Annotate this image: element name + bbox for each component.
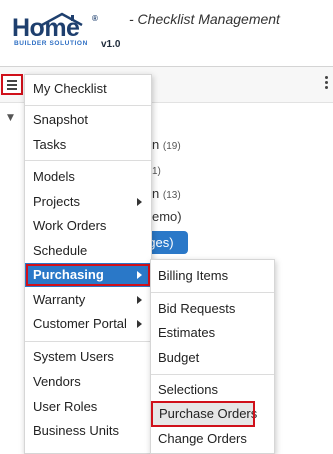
submenu-item-billing-items[interactable]: Billing Items xyxy=(151,264,274,288)
menu-item-projects[interactable]: Projects xyxy=(25,190,151,214)
tree-item[interactable]: emo) xyxy=(152,209,182,224)
logo-registered-mark: ® xyxy=(92,14,98,23)
submenu-item-budget[interactable]: Budget xyxy=(151,346,274,370)
menu-divider xyxy=(151,374,274,375)
tree-item[interactable]: 1) xyxy=(152,162,161,177)
main-menu: My Checklist Snapshot Tasks Models Proje… xyxy=(24,74,152,454)
chevron-right-icon xyxy=(137,296,142,304)
menu-item-customer-portal[interactable]: Customer Portal xyxy=(25,312,151,336)
menu-divider xyxy=(25,160,151,161)
menu-item-business-units[interactable]: Business Units xyxy=(25,419,151,443)
menu-item-tasks[interactable]: Tasks xyxy=(25,133,151,157)
submenu-item-estimates[interactable]: Estimates xyxy=(151,321,274,345)
kebab-icon[interactable] xyxy=(322,76,330,92)
menu-item-snapshot[interactable]: Snapshot xyxy=(25,108,151,132)
menu-item-warranty[interactable]: Warranty xyxy=(25,288,151,312)
menu-item-schedule[interactable]: Schedule xyxy=(25,239,151,263)
menu-item-label: Projects xyxy=(33,194,80,209)
submenu-item-change-orders[interactable]: Change Orders xyxy=(151,427,274,451)
logo-version: v1.0 xyxy=(101,39,121,50)
tree-item[interactable]: n (19) xyxy=(152,137,181,152)
menu-divider xyxy=(25,105,151,106)
submenu-item-selections[interactable]: Selections xyxy=(151,378,274,402)
hamburger-icon[interactable] xyxy=(1,74,23,95)
chevron-right-icon xyxy=(137,271,142,279)
submenu-item-purchase-orders[interactable]: Purchase Orders xyxy=(151,401,257,427)
menu-item-label: Customer Portal xyxy=(33,316,127,331)
chevron-right-icon xyxy=(137,198,142,206)
menu-item-vendors[interactable]: Vendors xyxy=(25,370,151,394)
menu-item-label: Purchasing xyxy=(33,267,104,282)
purchasing-submenu: Billing Items Bid Requests Estimates Bud… xyxy=(150,259,275,454)
menu-item-my-checklist[interactable]: My Checklist xyxy=(25,77,151,101)
menu-item-work-orders[interactable]: Work Orders xyxy=(25,214,151,238)
menu-item-system-users[interactable]: System Users xyxy=(25,345,151,369)
menu-divider xyxy=(151,292,274,293)
submenu-item-bid-requests[interactable]: Bid Requests xyxy=(151,297,274,321)
app-header: Home ® BUILDER SOLUTION v1.0 - Checklist… xyxy=(0,0,333,66)
app-subtitle: - Checklist Management xyxy=(129,11,280,27)
logo-subtitle: BUILDER SOLUTION xyxy=(14,40,88,47)
logo: Home ® BUILDER SOLUTION v1.0 xyxy=(12,12,124,54)
tree-expand-icon[interactable]: ▼ xyxy=(7,113,14,123)
logo-word: Home xyxy=(12,14,80,42)
menu-divider xyxy=(25,341,151,342)
tree-item[interactable]: n (13) xyxy=(152,186,181,201)
menu-item-purchasing[interactable]: Purchasing xyxy=(25,263,151,287)
menu-item-user-roles[interactable]: User Roles xyxy=(25,395,151,419)
menu-item-label: Warranty xyxy=(33,292,86,307)
chevron-right-icon xyxy=(137,320,142,328)
menu-item-models[interactable]: Models xyxy=(25,165,151,189)
